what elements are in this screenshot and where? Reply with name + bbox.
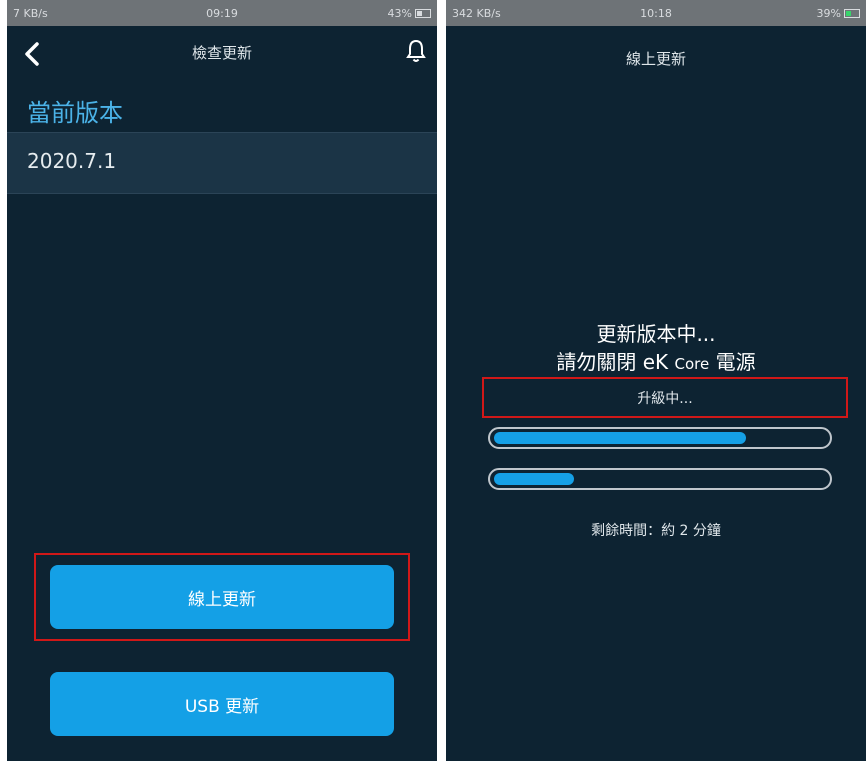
updating-message: 更新版本中... [596,322,716,346]
status-time: 10:18 [640,6,672,20]
top-bar: 檢查更新 [7,26,437,82]
battery-icon [415,8,431,18]
battery-icon [844,8,860,18]
warning-suffix: 電源 [715,350,756,374]
status-icons: 43% [388,7,431,20]
page-title: 線上更新 [625,50,686,68]
status-time: 09:19 [206,6,238,20]
battery-percent: 39% [816,6,841,20]
usb-update-button[interactable]: USB 更新 [50,672,394,736]
status-bar: 342 KB/s 10:18 39% [446,0,866,26]
online-update-button[interactable]: 線上更新 [50,565,394,629]
progress-bar-2 [488,468,832,490]
status-icons: 39% [817,7,860,20]
remaining-time: 剩餘時間：約 2 分鐘 [591,523,721,539]
status-bar: 7 KB/s 09:19 43% [7,0,437,26]
version-row: 2020.7.1 [7,132,437,194]
bell-icon [406,39,426,62]
progress-bar-1 [488,427,832,449]
warning-prefix: 請勿關閉 eK [556,350,669,374]
online-update-screen: 342 KB/s 10:18 39% 線上更新 更新版本中... 請勿關閉 eK… [446,0,866,761]
current-version-heading: 當前版本 [27,99,123,127]
battery-percent: 43% [387,6,412,20]
warning-core: Core [674,355,710,373]
version-value: 2020.7.1 [27,149,117,173]
notification-button[interactable] [405,38,427,64]
warning-message: 請勿關閉 eK Core 電源 [446,346,866,375]
page-title: 檢查更新 [191,44,252,62]
progress-fill-2 [494,473,574,485]
upgrading-label: 升級中... [637,391,693,407]
progress-fill-1 [494,432,746,444]
check-update-screen: 7 KB/s 09:19 43% 檢查更新 當前版本 2020.7.1 線上更新… [7,0,437,761]
